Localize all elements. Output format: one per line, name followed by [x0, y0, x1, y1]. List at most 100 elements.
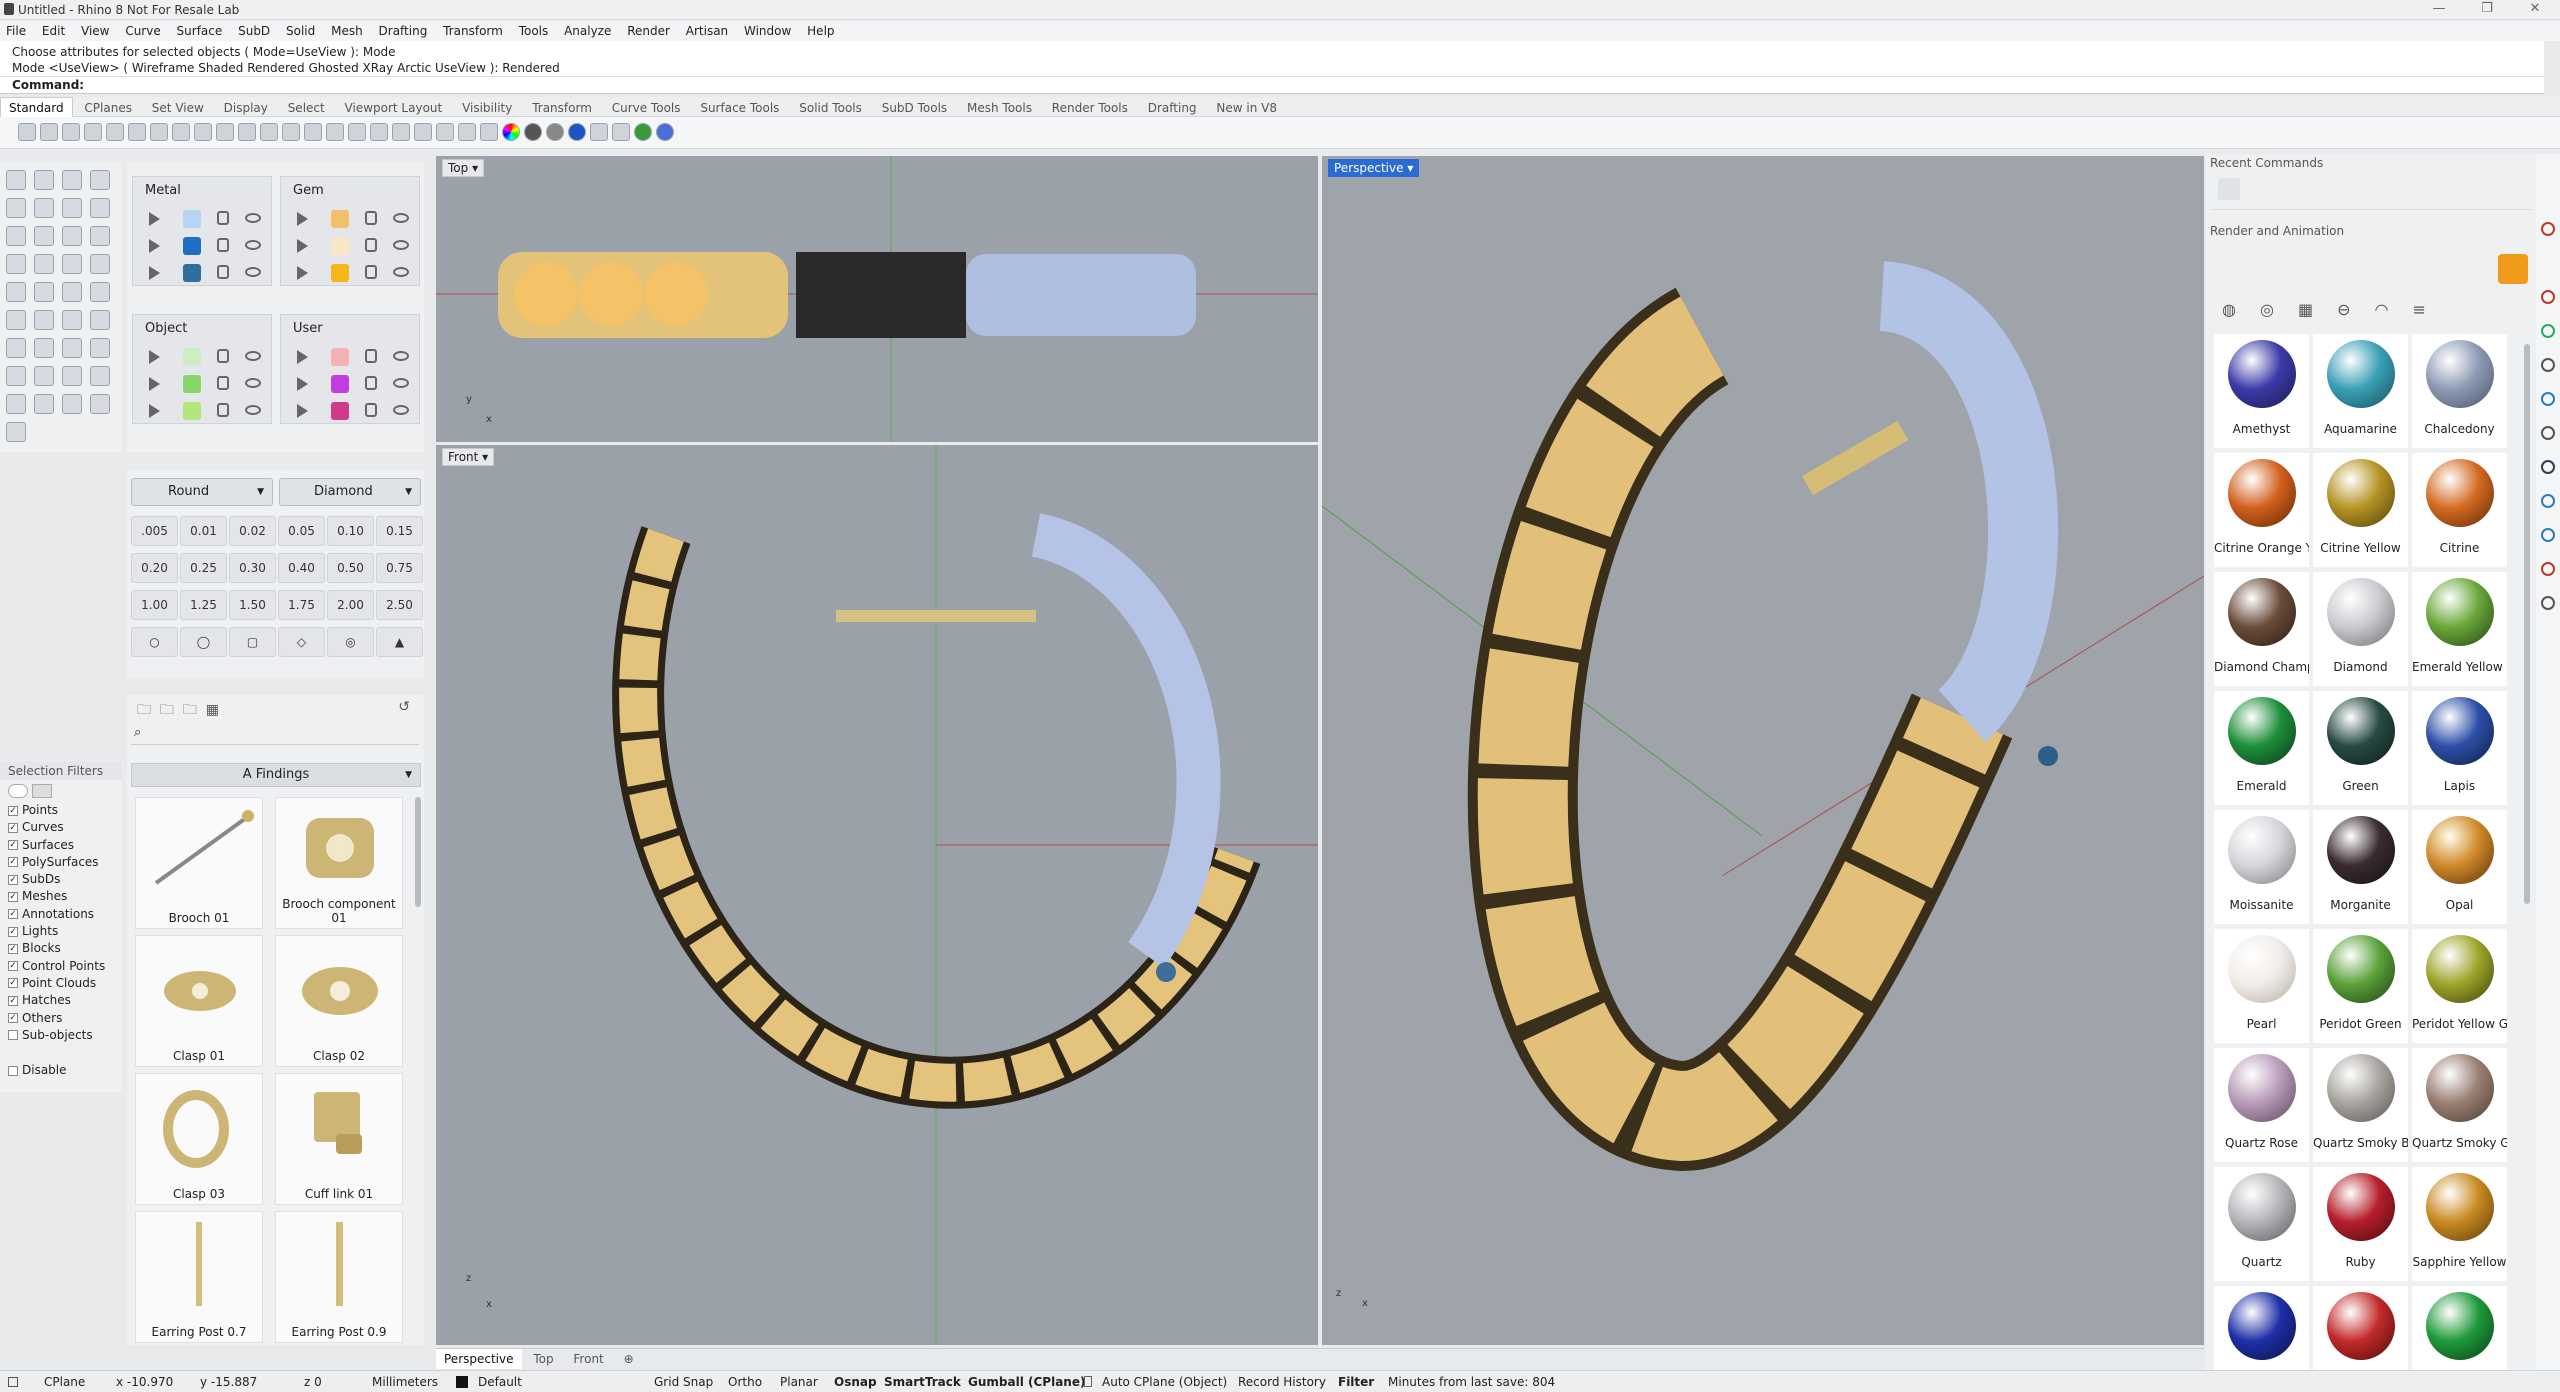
material-tile[interactable]: Lapis — [2412, 691, 2507, 805]
materials-icon[interactable] — [2541, 324, 2555, 338]
environment-icon[interactable] — [2541, 392, 2555, 406]
tab-set-view[interactable]: Set View — [144, 98, 212, 117]
zoom-icon[interactable] — [260, 123, 278, 141]
checkbox-unchecked-icon[interactable] — [8, 1065, 18, 1076]
status-smarttrack[interactable]: SmartTrack — [884, 1375, 961, 1389]
tab-subd-tools[interactable]: SubD Tools — [874, 98, 955, 117]
open-icon[interactable] — [40, 123, 58, 141]
globe-icon[interactable] — [568, 123, 586, 141]
play-icon[interactable] — [297, 377, 308, 391]
tab-visibility[interactable]: Visibility — [454, 98, 520, 117]
color-swatch[interactable] — [331, 210, 349, 228]
box-icon[interactable] — [6, 254, 26, 274]
menu-window[interactable]: Window — [738, 21, 797, 41]
menu-transform[interactable]: Transform — [437, 21, 509, 41]
stone-dropdown[interactable]: Diamond ▼ — [279, 478, 421, 506]
material-tile[interactable]: Moissanite — [2214, 810, 2309, 924]
select-arrow-icon[interactable] — [6, 170, 26, 190]
viewport-tab-perspective[interactable]: Perspective — [436, 1349, 522, 1369]
gem-shape-tall-icon[interactable]: ▲ — [376, 627, 423, 657]
lock-icon[interactable] — [436, 123, 454, 141]
material-tile[interactable]: Quartz — [2214, 1167, 2309, 1281]
viewport-label-top[interactable]: Top ▾ — [442, 159, 485, 177]
layer-row[interactable] — [281, 370, 419, 397]
material-tile[interactable]: Aquamarine — [2313, 334, 2408, 448]
pan-icon[interactable] — [216, 123, 234, 141]
color-swatch[interactable] — [183, 402, 201, 420]
ellipse-icon[interactable] — [34, 198, 54, 218]
color-swatch[interactable] — [183, 375, 201, 393]
library-item[interactable]: Earring Post 0.9 — [275, 1211, 403, 1343]
import-icon[interactable] — [106, 123, 124, 141]
material-tile[interactable]: Emerald — [2214, 691, 2309, 805]
library-item[interactable]: Cuff link 01 — [275, 1073, 403, 1205]
material-tile[interactable]: Sapphire Yellow — [2412, 1167, 2507, 1281]
eye-icon[interactable] — [245, 405, 261, 415]
select-icon[interactable] — [370, 123, 388, 141]
viewport-top[interactable]: y x Top ▾ — [436, 156, 1318, 442]
library-item[interactable]: Brooch component 01 — [275, 797, 403, 929]
render-icon[interactable] — [546, 123, 564, 141]
tab-standard[interactable]: Standard — [0, 97, 73, 117]
sphere-render-icon[interactable] — [524, 123, 542, 141]
boolean-icon[interactable] — [34, 310, 54, 330]
check-icon[interactable] — [62, 366, 82, 386]
rotate-icon[interactable] — [90, 310, 110, 330]
play-icon[interactable] — [149, 266, 160, 280]
gem-size-button[interactable]: 2.50 — [376, 590, 423, 620]
material-tile[interactable]: Opal — [2412, 810, 2507, 924]
checkbox-checked-icon[interactable]: ✓ — [8, 926, 18, 937]
checkbox-checked-icon[interactable]: ✓ — [8, 822, 18, 833]
material-tile[interactable] — [2214, 1286, 2309, 1370]
library-scrollbar[interactable] — [415, 797, 421, 907]
extrude-icon[interactable] — [90, 254, 110, 274]
material-tile[interactable]: Citrine Orange Y — [2214, 453, 2309, 567]
lock-icon[interactable] — [217, 238, 229, 252]
menu-solid[interactable]: Solid — [280, 21, 321, 41]
material-tile[interactable]: Peridot Green — [2313, 929, 2408, 1043]
layer-icon[interactable] — [458, 123, 476, 141]
color-swatch[interactable] — [331, 264, 349, 282]
tab-viewport-layout[interactable]: Viewport Layout — [337, 98, 451, 117]
recent-commands-area[interactable] — [2210, 172, 2532, 210]
gear-icon[interactable] — [612, 123, 630, 141]
layer-row[interactable] — [281, 343, 419, 370]
lock-icon[interactable] — [217, 349, 229, 363]
filter-others[interactable]: ✓ Others — [0, 1010, 122, 1027]
filter-subds[interactable]: ✓ SubDs — [0, 871, 122, 888]
play-icon[interactable] — [149, 212, 160, 226]
new-folder-icon[interactable]: 🗀 — [137, 702, 151, 718]
gem-size-button[interactable]: 0.20 — [131, 553, 178, 583]
zoom-window-icon[interactable] — [282, 123, 300, 141]
checkbox-checked-icon[interactable]: ✓ — [8, 891, 18, 902]
filter-polysurfaces[interactable]: ✓ PolySurfaces — [0, 854, 122, 871]
play-icon[interactable] — [297, 350, 308, 364]
status-ortho[interactable]: Ortho — [728, 1375, 762, 1389]
layer-row[interactable] — [281, 205, 419, 232]
library-search-input[interactable]: ⌕ — [131, 725, 419, 745]
text-icon[interactable] — [62, 226, 82, 246]
metal-category-icon[interactable]: ◍ — [2222, 300, 2260, 319]
eye-icon[interactable] — [393, 351, 409, 361]
material-tile[interactable]: Ruby — [2313, 1167, 2408, 1281]
eye-icon[interactable] — [393, 240, 409, 250]
library-item[interactable]: Clasp 02 — [275, 935, 403, 1067]
analyze-icon[interactable] — [90, 366, 110, 386]
play-icon[interactable] — [297, 239, 308, 253]
menu-file[interactable]: File — [0, 21, 32, 41]
layer-row[interactable] — [281, 232, 419, 259]
viewport-tab-top[interactable]: Top — [525, 1349, 561, 1369]
settings-icon[interactable]: ▦ — [206, 702, 219, 718]
new-file-icon[interactable] — [18, 123, 36, 141]
checkbox-checked-icon[interactable]: ✓ — [8, 1013, 18, 1024]
eye-icon[interactable] — [245, 378, 261, 388]
menu-subd[interactable]: SubD — [232, 21, 276, 41]
tab-cplanes[interactable]: CPlanes — [76, 98, 140, 117]
filter-points[interactable]: ✓ Points — [0, 802, 122, 819]
checkbox-checked-icon[interactable]: ✓ — [8, 909, 18, 920]
status-units[interactable]: Millimeters — [372, 1375, 438, 1389]
eye-icon[interactable] — [393, 405, 409, 415]
layer-row[interactable] — [133, 397, 271, 424]
color-swatch[interactable] — [183, 237, 201, 255]
tab-solid-tools[interactable]: Solid Tools — [791, 98, 870, 117]
